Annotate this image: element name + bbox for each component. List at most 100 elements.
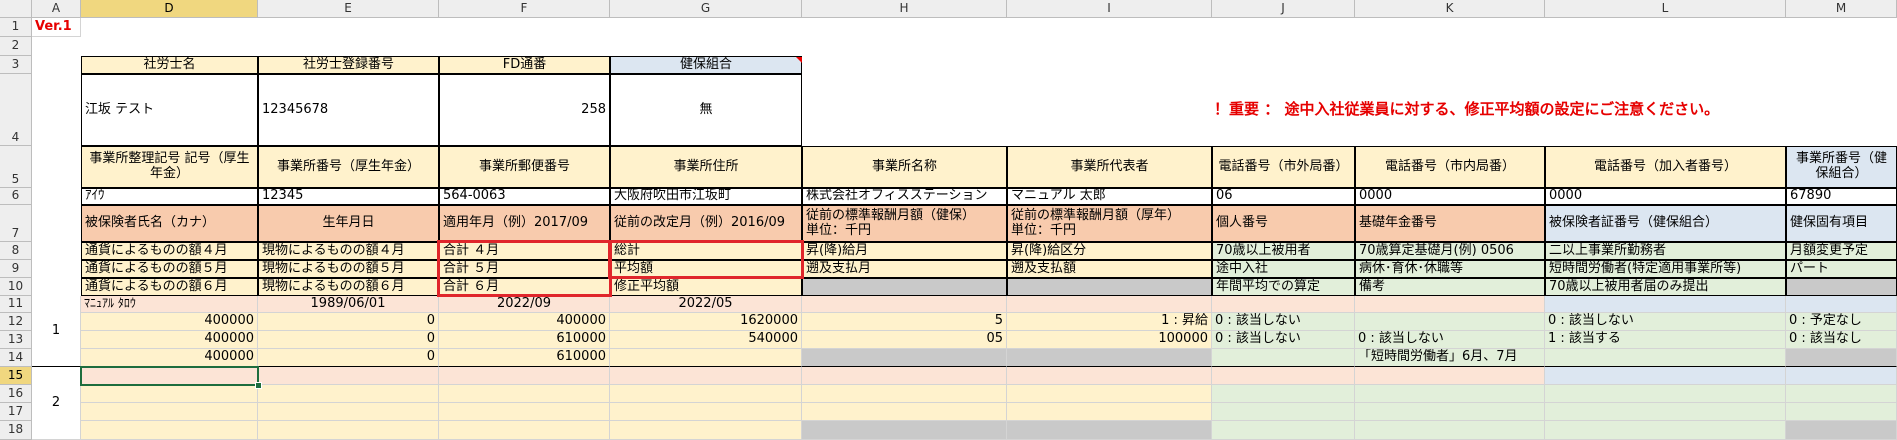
- average-cell[interactable]: 540000: [610, 331, 802, 349]
- column-header-k[interactable]: K: [1355, 0, 1545, 18]
- row-header-15[interactable]: 15: [0, 367, 32, 385]
- insurance-card-header[interactable]: 被保険者証番号（健保組合）: [1545, 205, 1786, 242]
- over70-cell[interactable]: 0 : 該当しない: [1212, 313, 1355, 331]
- kind-june-cell[interactable]: 0: [258, 349, 439, 367]
- row-header-11[interactable]: 11: [0, 296, 32, 313]
- leave-cell[interactable]: 0 : 該当しない: [1355, 331, 1545, 349]
- prev-revision-header[interactable]: 従前の改定月（例）2016/09: [610, 205, 802, 242]
- employee-insurance-card-cell[interactable]: [1545, 296, 1786, 313]
- row-header-3[interactable]: 3: [0, 56, 32, 74]
- multi-office-cell[interactable]: [1545, 385, 1786, 403]
- column-header-l[interactable]: L: [1545, 0, 1786, 18]
- employee-prev-revision-cell[interactable]: [610, 367, 802, 385]
- raise-type-cell[interactable]: [1007, 385, 1212, 403]
- raise-type-header[interactable]: 昇(降)給区分: [1007, 242, 1212, 260]
- blank-gray-cell[interactable]: [802, 349, 1007, 367]
- cash-april-header[interactable]: 通貨によるものの額４月: [81, 242, 258, 260]
- kind-june-header[interactable]: 現物によるものの額６月: [258, 278, 439, 296]
- total-june-header[interactable]: 合計 ６月: [439, 278, 610, 296]
- sharoushi-reg-header[interactable]: 社労士登録番号: [258, 56, 439, 74]
- cash-april-cell[interactable]: [81, 385, 258, 403]
- blank-gray-cell[interactable]: [1007, 349, 1212, 367]
- over70-header[interactable]: 70歳以上被用者: [1212, 242, 1355, 260]
- kenpo-office-number-cell[interactable]: 67890: [1786, 188, 1897, 205]
- short-time-worker-header[interactable]: 短時間労働者(特定適用事業所等): [1545, 260, 1786, 278]
- employee-kenpo-specific-cell[interactable]: [1786, 367, 1897, 385]
- office-number-cell[interactable]: 12345: [258, 188, 439, 205]
- cash-june-cell[interactable]: [81, 421, 258, 440]
- phone-area-header[interactable]: 電話番号（市外局番）: [1212, 146, 1355, 188]
- phone-local-header[interactable]: 電話番号（市内局番）: [1355, 146, 1545, 188]
- part-time-cell[interactable]: [1786, 403, 1897, 421]
- kind-may-cell[interactable]: [258, 403, 439, 421]
- total-april-cell[interactable]: 400000: [439, 313, 610, 331]
- employee-birthdate-cell[interactable]: 1989/06/01: [258, 296, 439, 313]
- monthly-change-header[interactable]: 月額変更予定: [1786, 242, 1897, 260]
- cash-may-cell[interactable]: [81, 403, 258, 421]
- raise-month-cell[interactable]: 5: [802, 313, 1007, 331]
- remarks-cell[interactable]: [1355, 421, 1545, 440]
- remarks-cell[interactable]: 「短時間労働者」6月、7月: [1355, 349, 1545, 367]
- retro-amount-header[interactable]: 遡及支払額: [1007, 260, 1212, 278]
- over70-only-cell[interactable]: [1545, 349, 1786, 367]
- row-header-7[interactable]: 7: [0, 205, 32, 242]
- row-header-8[interactable]: 8: [0, 242, 32, 260]
- total-june-cell[interactable]: 610000: [439, 349, 610, 367]
- part-time-cell[interactable]: 0 : 該当なし: [1786, 331, 1897, 349]
- employee-prev-revision-cell[interactable]: 2022/05: [610, 296, 802, 313]
- over70-base-month-cell[interactable]: [1355, 385, 1545, 403]
- raise-month-cell[interactable]: [802, 385, 1007, 403]
- mid-join-cell[interactable]: 0 : 該当しない: [1212, 331, 1355, 349]
- total-april-cell[interactable]: [439, 385, 610, 403]
- employee-name-kana-cell[interactable]: ﾏﾆｭｱﾙ ﾀﾛｳ: [81, 296, 258, 313]
- row-header-17[interactable]: 17: [0, 403, 32, 421]
- row-header-5[interactable]: 5: [0, 146, 32, 188]
- annual-average-header[interactable]: 年間平均での算定: [1212, 278, 1355, 296]
- kenpo-office-number-header[interactable]: 事業所番号（健保組合）: [1786, 146, 1897, 188]
- short-time-worker-cell[interactable]: [1545, 403, 1786, 421]
- multi-office-cell[interactable]: 0 : 該当しない: [1545, 313, 1786, 331]
- row-header-16[interactable]: 16: [0, 385, 32, 403]
- retro-month-cell[interactable]: [802, 403, 1007, 421]
- leave-header[interactable]: 病休･育休･休職等: [1355, 260, 1545, 278]
- employee-my-number-cell[interactable]: [1212, 296, 1355, 313]
- fd-serial-header[interactable]: FD通番: [439, 56, 610, 74]
- employee-pension-number-cell[interactable]: [1355, 296, 1545, 313]
- important-notice[interactable]: ！重要 ： 途中入社従業員に対する、修正平均額の設定にご注意ください。: [1212, 74, 1897, 146]
- kind-may-cell[interactable]: 0: [258, 331, 439, 349]
- grand-total-header[interactable]: 総計: [610, 242, 802, 260]
- employee-group-1-label[interactable]: 1: [32, 296, 81, 367]
- column-header-e[interactable]: E: [258, 0, 439, 18]
- raise-month-header[interactable]: 昇(降)給月: [802, 242, 1007, 260]
- column-header-g[interactable]: G: [610, 0, 802, 18]
- over70-base-month-header[interactable]: 70歳算定基礎月(例) 0506: [1355, 242, 1545, 260]
- office-number-header[interactable]: 事業所番号（厚生年金）: [258, 146, 439, 188]
- office-name-cell[interactable]: 株式会社オフィスステーション: [802, 188, 1007, 205]
- cash-june-cell[interactable]: 400000: [81, 349, 258, 367]
- kind-may-header[interactable]: 現物によるものの額５月: [258, 260, 439, 278]
- revised-average-header[interactable]: 修正平均額: [610, 278, 802, 296]
- over70-base-month-cell[interactable]: [1355, 313, 1545, 331]
- column-header-h[interactable]: H: [802, 0, 1007, 18]
- employee-pension-number-cell[interactable]: [1355, 367, 1545, 385]
- row-header-1[interactable]: 1: [0, 18, 32, 37]
- column-header-a[interactable]: A: [32, 0, 81, 18]
- sharoushi-name-cell[interactable]: 江坂 テスト: [81, 74, 258, 146]
- annual-average-cell[interactable]: [1212, 421, 1355, 440]
- row-header-14[interactable]: 14: [0, 349, 32, 367]
- total-may-cell[interactable]: 610000: [439, 331, 610, 349]
- row-header-9[interactable]: 9: [0, 260, 32, 278]
- total-may-header[interactable]: 合計 ５月: [439, 260, 610, 278]
- office-postal-header[interactable]: 事業所郵便番号: [439, 146, 610, 188]
- phone-subscriber-cell[interactable]: 0000: [1545, 188, 1786, 205]
- kenpo-specific-header[interactable]: 健保固有項目: [1786, 205, 1897, 242]
- blank-gray-cell[interactable]: [1786, 278, 1897, 296]
- mid-join-cell[interactable]: [1212, 403, 1355, 421]
- kind-april-cell[interactable]: 0: [258, 313, 439, 331]
- blank-gray-cell[interactable]: [1007, 421, 1212, 440]
- employee-insurance-card-cell[interactable]: [1545, 367, 1786, 385]
- fd-serial-cell[interactable]: 258: [439, 74, 610, 146]
- over70-only-header[interactable]: 70歳以上被用者届のみ提出: [1545, 278, 1786, 296]
- employee-prev-health-cell[interactable]: [802, 367, 1007, 385]
- office-name-header[interactable]: 事業所名称: [802, 146, 1007, 188]
